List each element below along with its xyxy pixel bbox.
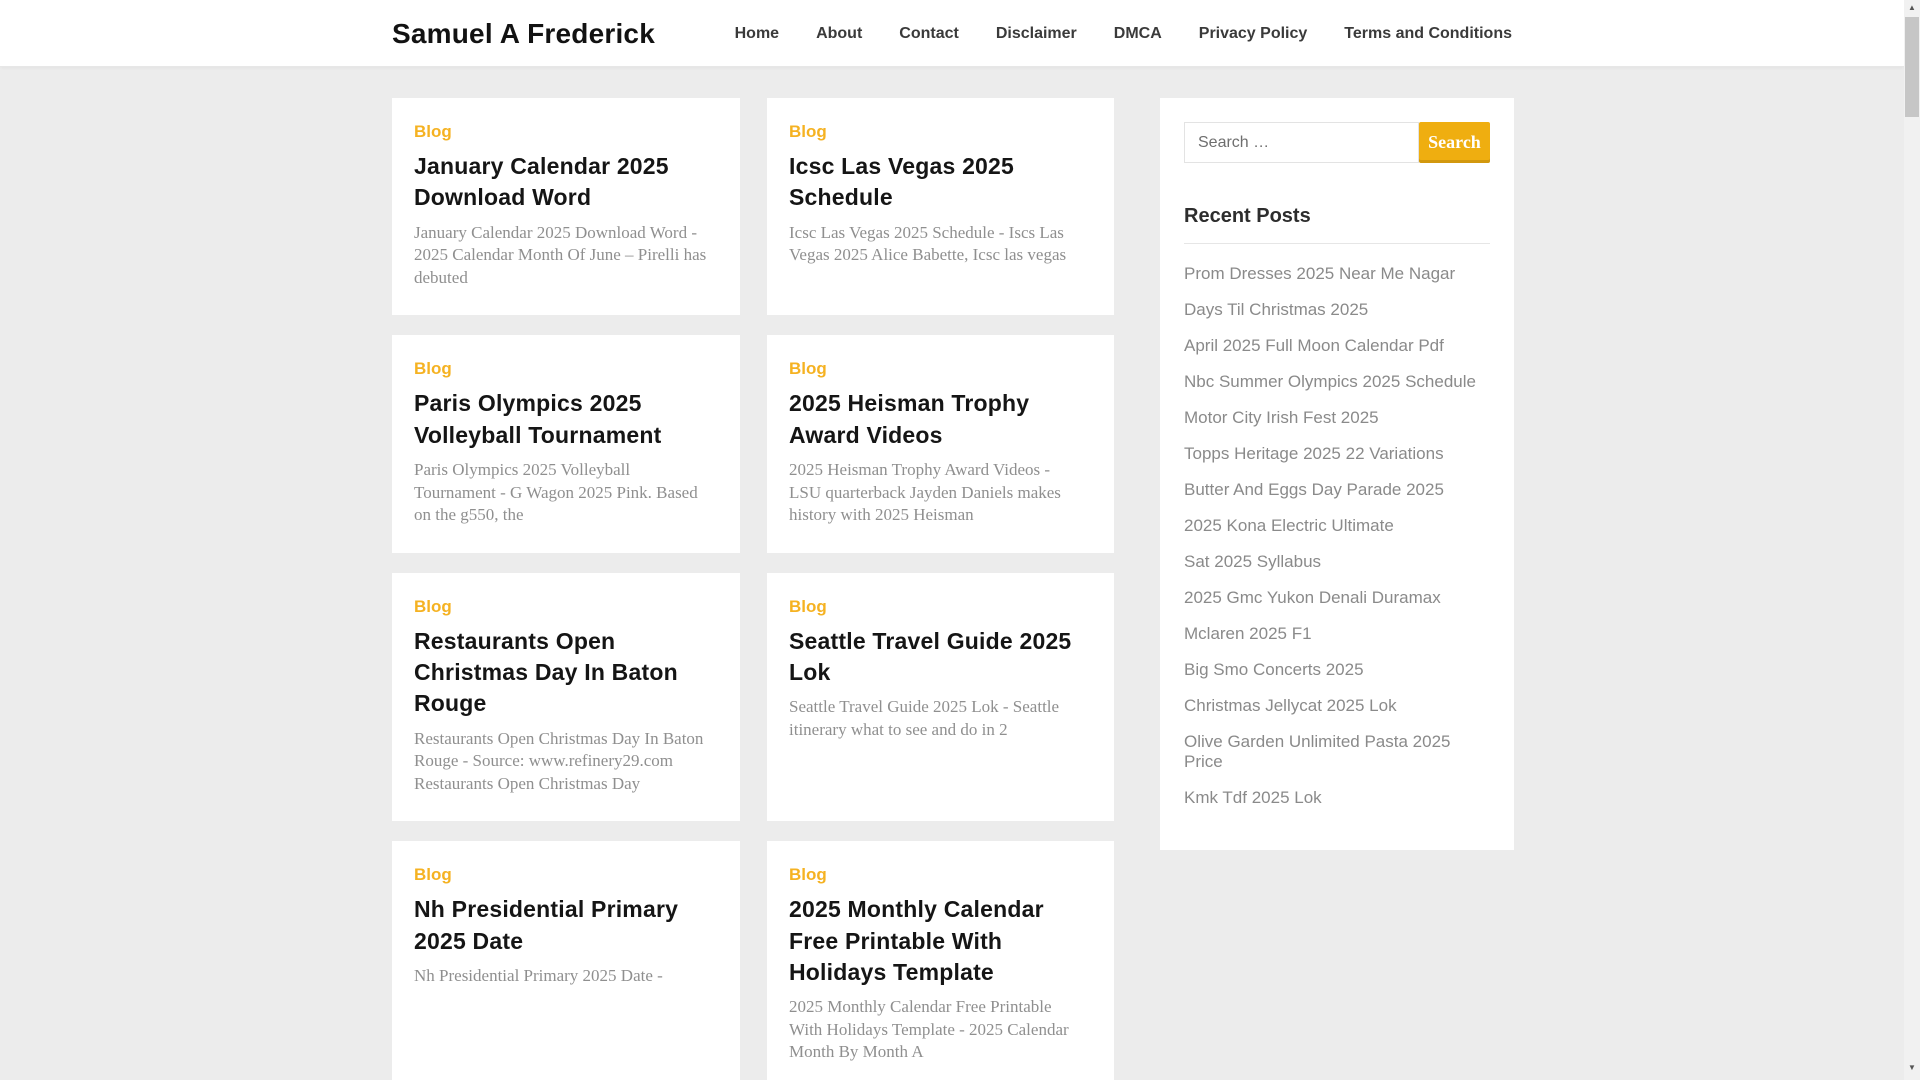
recent-post-link[interactable]: Christmas Jellycat 2025 Lok	[1184, 688, 1490, 724]
search-input[interactable]	[1184, 122, 1419, 163]
post-excerpt: Restaurants Open Christmas Day In Baton …	[414, 728, 704, 793]
recent-posts-list: Prom Dresses 2025 Near Me Nagar Days Til…	[1184, 256, 1490, 816]
post-excerpt: Icsc Las Vegas 2025 Schedule - Iscs Las …	[789, 222, 1067, 265]
search-form: Search	[1184, 122, 1490, 163]
post-grid: Blog January Calendar 2025 Download Word…	[392, 98, 1114, 1080]
category-link[interactable]: Blog	[414, 865, 452, 885]
post-excerpt: Seattle Travel Guide 2025 Lok - Seattle …	[789, 697, 1060, 739]
recent-post-link[interactable]: 2025 Gmc Yukon Denali Duramax	[1184, 580, 1490, 616]
recent-post-link[interactable]: Butter And Eggs Day Parade 2025	[1184, 472, 1490, 508]
post-card: Blog Seattle Travel Guide 2025 Lok Seatt…	[767, 572, 1114, 822]
nav-item-dmca[interactable]: DMCA	[1114, 25, 1162, 42]
scroll-down-icon[interactable]: ▼	[1904, 1060, 1920, 1076]
recent-post-link[interactable]: Sat 2025 Syllabus	[1184, 544, 1490, 580]
main-nav: Home About Contact Disclaimer DMCA Priva…	[735, 25, 1512, 43]
nav-item-terms[interactable]: Terms and Conditions	[1344, 25, 1512, 42]
post-title[interactable]: Paris Olympics 2025 Volleyball Tournamen…	[414, 388, 712, 451]
post-excerpt: Nh Presidential Primary 2025 Date -	[414, 965, 663, 985]
scrollbar-thumb[interactable]	[1905, 17, 1919, 117]
browser-scrollbar[interactable]: ▲ ▼	[1904, 0, 1920, 1080]
post-title[interactable]: 2025 Monthly Calendar Free Printable Wit…	[789, 894, 1086, 988]
nav-item-disclaimer[interactable]: Disclaimer	[996, 25, 1077, 42]
post-excerpt: Paris Olympics 2025 Volleyball Tournamen…	[414, 459, 698, 525]
recent-post-link[interactable]: Mclaren 2025 F1	[1184, 616, 1490, 652]
post-excerpt: 2025 Heisman Trophy Award Videos - LSU q…	[789, 459, 1061, 525]
recent-post-link[interactable]: Days Til Christmas 2025	[1184, 292, 1490, 328]
site-title[interactable]: Samuel A Frederick	[392, 18, 655, 50]
post-card: Blog 2025 Monthly Calendar Free Printabl…	[767, 841, 1114, 1080]
category-link[interactable]: Blog	[789, 122, 827, 142]
post-title[interactable]: Nh Presidential Primary 2025 Date	[414, 894, 712, 957]
post-title[interactable]: Seattle Travel Guide 2025 Lok	[789, 626, 1086, 689]
sidebar: Search Recent Posts Prom Dresses 2025 Ne…	[1160, 98, 1514, 1080]
recent-post-link[interactable]: Motor City Irish Fest 2025	[1184, 400, 1490, 436]
scroll-up-icon[interactable]: ▲	[1904, 0, 1920, 16]
post-card: Blog 2025 Heisman Trophy Award Videos 20…	[767, 335, 1114, 553]
category-link[interactable]: Blog	[414, 122, 452, 142]
recent-post-link[interactable]: Big Smo Concerts 2025	[1184, 652, 1490, 688]
nav-item-contact[interactable]: Contact	[899, 25, 959, 42]
recent-post-link[interactable]: Topps Heritage 2025 22 Variations	[1184, 436, 1490, 472]
recent-posts-heading: Recent Posts	[1184, 205, 1490, 244]
nav-item-about[interactable]: About	[816, 25, 862, 42]
category-link[interactable]: Blog	[789, 597, 827, 617]
post-card: Blog Icsc Las Vegas 2025 Schedule Icsc L…	[767, 98, 1114, 316]
post-title[interactable]: 2025 Heisman Trophy Award Videos	[789, 388, 1086, 451]
post-card: Blog Nh Presidential Primary 2025 Date N…	[392, 841, 740, 1080]
nav-item-privacy-policy[interactable]: Privacy Policy	[1199, 25, 1308, 42]
search-button[interactable]: Search	[1419, 122, 1490, 163]
post-card: Blog Restaurants Open Christmas Day In B…	[392, 572, 740, 822]
post-title[interactable]: January Calendar 2025 Download Word	[414, 151, 712, 214]
recent-post-link[interactable]: April 2025 Full Moon Calendar Pdf	[1184, 328, 1490, 364]
post-title[interactable]: Icsc Las Vegas 2025 Schedule	[789, 151, 1086, 214]
post-card: Blog Paris Olympics 2025 Volleyball Tour…	[392, 335, 740, 553]
category-link[interactable]: Blog	[414, 597, 452, 617]
site-header: Samuel A Frederick Home About Contact Di…	[0, 0, 1904, 67]
recent-post-link[interactable]: Olive Garden Unlimited Pasta 2025 Price	[1184, 724, 1490, 780]
recent-post-link[interactable]: Prom Dresses 2025 Near Me Nagar	[1184, 256, 1490, 292]
post-excerpt: 2025 Monthly Calendar Free Printable Wit…	[789, 997, 1069, 1062]
post-title[interactable]: Restaurants Open Christmas Day In Baton …	[414, 626, 712, 720]
post-card: Blog January Calendar 2025 Download Word…	[392, 98, 740, 316]
recent-post-link[interactable]: Nbc Summer Olympics 2025 Schedule	[1184, 364, 1490, 400]
recent-post-link[interactable]: Kmk Tdf 2025 Lok	[1184, 780, 1490, 816]
nav-item-home[interactable]: Home	[735, 25, 779, 42]
category-link[interactable]: Blog	[789, 359, 827, 379]
category-link[interactable]: Blog	[414, 359, 452, 379]
recent-post-link[interactable]: 2025 Kona Electric Ultimate	[1184, 508, 1490, 544]
category-link[interactable]: Blog	[789, 865, 827, 885]
post-excerpt: January Calendar 2025 Download Word - 20…	[414, 222, 707, 287]
